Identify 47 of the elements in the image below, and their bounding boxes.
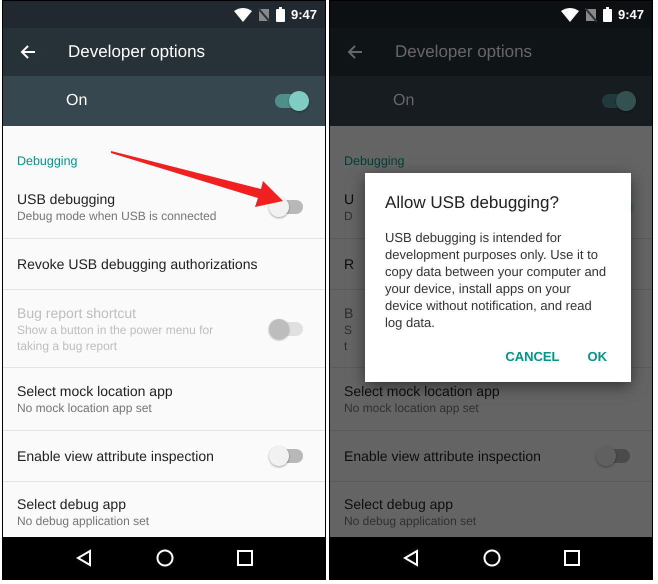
no-sim-icon xyxy=(584,8,597,22)
back-icon[interactable] xyxy=(402,549,420,567)
setting-summary: No mock location app set xyxy=(17,401,153,416)
setting-title[interactable]: Enable view attribute inspection xyxy=(344,448,541,464)
setting-summary: Show a button in the power menu for xyxy=(17,322,214,337)
toolbar-title: Developer options xyxy=(395,42,532,62)
setting-title[interactable]: Select mock location app xyxy=(344,383,500,400)
recents-icon[interactable] xyxy=(564,550,580,566)
dialog-title: Allow USB debugging? xyxy=(385,193,560,213)
home-icon[interactable] xyxy=(482,549,501,567)
wifi-icon xyxy=(234,8,252,22)
setting-title[interactable]: Select mock location app xyxy=(17,383,173,400)
setting-title[interactable]: U xyxy=(344,190,354,207)
section-header: Debugging xyxy=(16,153,78,170)
back-icon[interactable] xyxy=(74,549,93,567)
recents-icon[interactable] xyxy=(237,550,254,566)
setting-summary: Debug mode when USB is connected xyxy=(17,208,216,223)
toolbar-title: Developer options xyxy=(68,42,206,62)
no-sim-icon xyxy=(258,8,270,22)
setting-title[interactable]: Revoke USB debugging authorizations xyxy=(17,256,258,272)
setting-title[interactable]: USB debugging xyxy=(17,190,216,207)
back-arrow-icon xyxy=(20,45,36,59)
clock: 9:47 xyxy=(290,7,317,22)
toggle-switch[interactable] xyxy=(273,91,309,111)
battery-icon xyxy=(602,7,612,22)
toggle-switch[interactable] xyxy=(269,446,305,466)
battery-icon xyxy=(276,7,285,22)
toggle-switch[interactable] xyxy=(600,91,636,111)
master-switch-label: On xyxy=(66,92,88,110)
home-icon[interactable] xyxy=(156,549,174,567)
dialog-button[interactable]: OK xyxy=(584,343,611,370)
master-switch-label: On xyxy=(393,92,414,110)
setting-title[interactable]: Select debug app xyxy=(344,496,476,512)
section-header: Debugging xyxy=(343,153,406,170)
toggle-switch[interactable] xyxy=(596,446,632,466)
wifi-icon xyxy=(560,8,579,22)
setting-title[interactable]: Select debug app xyxy=(17,496,150,512)
setting-title[interactable]: Enable view attribute inspection xyxy=(17,448,214,464)
setting-summary: taking a bug report xyxy=(17,338,118,353)
dialog-button[interactable]: CANCEL xyxy=(501,343,564,370)
setting-summary: S xyxy=(344,322,354,337)
setting-title[interactable]: R xyxy=(344,256,354,272)
setting-summary: t xyxy=(344,338,348,353)
back-arrow-icon xyxy=(347,45,363,59)
dialog-message: USB debugging is intended for development purposes only. Use it to copy data between your computer and your device, install apps on your device without notification, and read log data. xyxy=(385,229,608,331)
clock: 9:47 xyxy=(618,7,644,22)
setting-summary: No debug application set xyxy=(17,514,150,528)
